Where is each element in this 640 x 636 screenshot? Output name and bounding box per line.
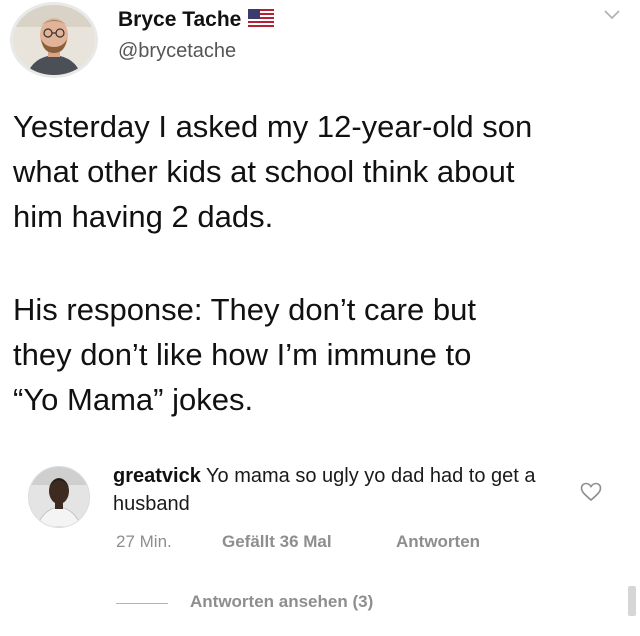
tweet-avatar[interactable]	[10, 2, 98, 78]
comment-likes-link[interactable]: Gefällt 36 Mal	[222, 532, 332, 552]
tweet-handle[interactable]: @brycetache	[118, 40, 236, 63]
display-name-text[interactable]: Bryce Tache	[118, 8, 241, 31]
us-flag-icon	[248, 8, 275, 33]
comment-username[interactable]: greatvick	[113, 465, 201, 487]
comment-body: greatvick Yo mama so ugly yo dad had to …	[113, 462, 563, 518]
view-replies-button[interactable]: Antworten ansehen (3)	[190, 592, 373, 612]
tweet-paragraph-2: His response: They don’t care but they d…	[13, 287, 633, 422]
tweet-line: His response: They don’t care but	[13, 292, 476, 327]
comment-time: 27 Min.	[116, 532, 172, 551]
tweet-line: Yesterday I asked my 12-year-old son	[13, 109, 533, 144]
tweet-line: him having 2 dads.	[13, 199, 274, 234]
tweet-display-name[interactable]: Bryce Tache	[118, 8, 275, 33]
scrollbar-thumb[interactable]	[628, 586, 636, 616]
profile-photo-icon	[29, 467, 89, 527]
tweet-line: what other kids at school think about	[13, 154, 515, 189]
comment-avatar[interactable]	[28, 466, 90, 528]
profile-photo-icon	[13, 5, 95, 75]
heart-icon[interactable]	[580, 482, 602, 502]
reply-button[interactable]: Antworten	[396, 532, 480, 552]
tweet-line: they don’t like how I’m immune to	[13, 337, 472, 372]
screenshot: Bryce Tache @brycetache Yesterday I aske…	[0, 0, 640, 636]
chevron-down-icon[interactable]	[602, 8, 622, 22]
tweet-paragraph-1: Yesterday I asked my 12-year-old son wha…	[13, 104, 633, 239]
replies-divider	[116, 603, 168, 604]
tweet-line: “Yo Mama” jokes.	[13, 382, 254, 417]
